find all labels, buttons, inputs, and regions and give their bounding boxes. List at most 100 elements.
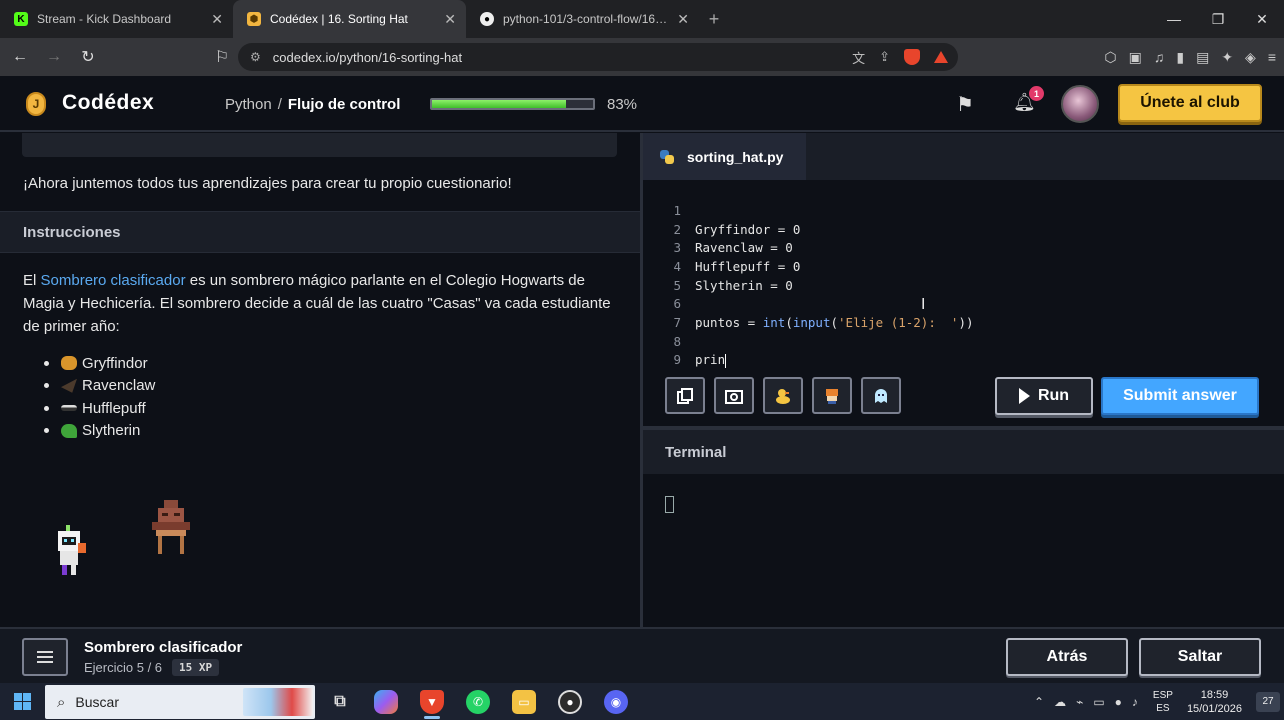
language-indicator[interactable]: ESP ES	[1153, 689, 1173, 715]
brave-rewards-icon[interactable]	[934, 51, 948, 63]
taskbar-search[interactable]: ⌕ Buscar	[45, 685, 315, 719]
lesson-pane: ¡Ahora juntemos todos tus aprendizajes p…	[0, 133, 640, 627]
notification-center-icon[interactable]: 27	[1256, 691, 1280, 712]
file-tab-bar: sorting_hat.py	[643, 133, 1284, 180]
brave-shield-icon[interactable]	[904, 49, 920, 65]
extensions-icon[interactable]: ⬡	[1104, 49, 1116, 66]
code-line: 3 Ravenclaw = 0	[673, 240, 793, 256]
bookmark-icon[interactable]: ⚐	[208, 43, 236, 71]
houses-list: Gryffindor Ravenclaw Hufflepuff Slytheri…	[44, 352, 155, 442]
code-line: 9 prin	[673, 352, 727, 368]
search-icon: ⌕	[57, 693, 66, 711]
submit-answer-button[interactable]: Submit answer	[1101, 377, 1259, 415]
list-item: Slytherin	[44, 420, 155, 443]
close-icon[interactable]: ✕	[211, 11, 223, 28]
file-explorer-icon[interactable]: ▭	[512, 690, 536, 714]
code-line: 2 Gryffindor = 0	[673, 221, 801, 237]
tab-title: Codédex | 16. Sorting Hat	[270, 12, 408, 26]
menu-icon[interactable]: ≡	[1268, 49, 1276, 65]
hamburger-icon	[37, 651, 53, 663]
volume-icon[interactable]: ♪	[1132, 695, 1138, 709]
site-header: J Codédex Python / Flujo de control 83% ⚑ …	[0, 76, 1284, 132]
close-window-icon[interactable]: ✕	[1240, 0, 1284, 38]
share-icon[interactable]: ⇪	[879, 49, 890, 65]
discord-icon[interactable]: ◉	[604, 690, 628, 714]
close-icon[interactable]: ✕	[444, 11, 456, 28]
back-arrow-icon[interactable]: ←	[6, 43, 34, 71]
skip-button[interactable]: Saltar	[1139, 638, 1261, 676]
instructions-title: Instrucciones	[23, 224, 121, 241]
whatsapp-icon[interactable]: ✆	[466, 690, 490, 714]
code-snippet	[22, 133, 617, 157]
copy-button[interactable]	[665, 377, 705, 414]
course-progress-bar	[430, 98, 595, 110]
kick-icon: K	[14, 12, 28, 26]
music-icon[interactable]: ♫	[1154, 49, 1165, 65]
list-item: Ravenclaw	[44, 375, 155, 398]
file-tab[interactable]: sorting_hat.py	[643, 133, 806, 180]
extension-icons: ⬡ ▣ ♫ ▮ ▤ ✦ ◈ ≡	[1104, 38, 1276, 76]
codedex-logo-icon[interactable]: J	[26, 92, 46, 116]
breadcrumb-chapter[interactable]: Flujo de control	[288, 96, 401, 113]
reload-icon[interactable]: ↻	[74, 43, 102, 71]
flag-icon[interactable]: ⚑	[956, 92, 974, 117]
browser-tab-kick[interactable]: K Stream - Kick Dashboard ✕	[0, 0, 233, 38]
translate-icon[interactable]: 文	[852, 48, 865, 67]
code-line: 4 Hufflepuff = 0	[673, 258, 801, 274]
sorting-hat-link[interactable]: Sombrero clasificador	[41, 272, 186, 289]
text-caret	[725, 353, 727, 368]
browser-tab-github[interactable]: ● python-101/3-control-flow/16_sortin ✕	[466, 0, 699, 38]
windows-start-icon[interactable]	[14, 693, 31, 710]
terminal-cursor	[665, 496, 674, 513]
screenshot-icon[interactable]: ▣	[1129, 49, 1142, 66]
address-bar[interactable]: ⚙ codedex.io/python/16-sorting-hat 文 ⇪	[238, 43, 958, 71]
browser-tab-strip: K Stream - Kick Dashboard ✕ ⬢ Codédex | …	[0, 0, 1284, 38]
code-area[interactable]: 1 2 Gryffindor = 0 3 Ravenclaw = 0 4 Huffle…	[643, 201, 1284, 369]
progress-fill	[432, 100, 566, 108]
back-button[interactable]: Atrás	[1006, 638, 1128, 676]
site-settings-icon[interactable]: ⚙	[250, 50, 261, 64]
ghost-icon	[875, 388, 887, 403]
system-tray: ⌃ ☁ ⌁ ▭ ● ♪ ESP ES 18:59 15/01/2026 27	[1029, 683, 1284, 720]
forward-arrow-icon[interactable]: →	[40, 43, 68, 71]
play-icon	[1018, 388, 1030, 404]
task-view-icon[interactable]: ⧉	[328, 690, 352, 714]
mic-icon[interactable]: ●	[1115, 695, 1122, 709]
screenshot-button[interactable]	[714, 377, 754, 414]
chevron-up-icon[interactable]: ⌃	[1034, 695, 1044, 709]
onedrive-icon[interactable]: ☁	[1054, 695, 1066, 709]
obs-icon[interactable]: ●	[558, 690, 582, 714]
sidebar-icon[interactable]: ▮	[1176, 49, 1184, 66]
breadcrumb-course[interactable]: Python	[225, 96, 272, 113]
join-club-button[interactable]: Únete al club	[1118, 84, 1262, 122]
browser-tab-codedex[interactable]: ⬢ Codédex | 16. Sorting Hat ✕	[233, 0, 466, 38]
url-text: codedex.io/python/16-sorting-hat	[272, 49, 463, 65]
codedex-icon: ⬢	[247, 12, 261, 26]
brave-browser-icon[interactable]: ▼	[420, 690, 444, 714]
wallet-icon[interactable]: ▤	[1196, 49, 1209, 66]
ghost-button[interactable]	[861, 377, 901, 414]
terminal-header: Terminal	[643, 430, 1284, 474]
network-icon[interactable]: ⌁	[1076, 695, 1083, 709]
search-placeholder: Buscar	[75, 694, 119, 710]
clock[interactable]: 18:59 15/01/2026	[1187, 688, 1242, 716]
vpn-icon[interactable]: ◈	[1245, 49, 1256, 66]
copilot-icon[interactable]	[374, 690, 398, 714]
minimize-icon[interactable]: —	[1152, 0, 1196, 38]
python-icon	[660, 149, 674, 164]
exercise-menu-button[interactable]	[22, 638, 68, 676]
code-line: 1	[673, 202, 681, 218]
run-button[interactable]: Run	[995, 377, 1093, 415]
display-icon[interactable]: ▭	[1093, 695, 1104, 709]
close-icon[interactable]: ✕	[677, 11, 689, 28]
leo-ai-icon[interactable]: ✦	[1221, 49, 1233, 66]
new-tab-button[interactable]: +	[699, 0, 729, 38]
code-line: 5 Slytherin = 0	[673, 277, 793, 293]
rubber-duck-button[interactable]	[763, 377, 803, 414]
character-button[interactable]	[812, 377, 852, 414]
restore-icon[interactable]: ❐	[1196, 0, 1240, 38]
terminal-pane[interactable]: Terminal	[643, 430, 1284, 627]
site-logo[interactable]: Codédex	[62, 91, 154, 115]
avatar[interactable]	[1061, 85, 1099, 123]
snake-icon	[61, 423, 77, 438]
